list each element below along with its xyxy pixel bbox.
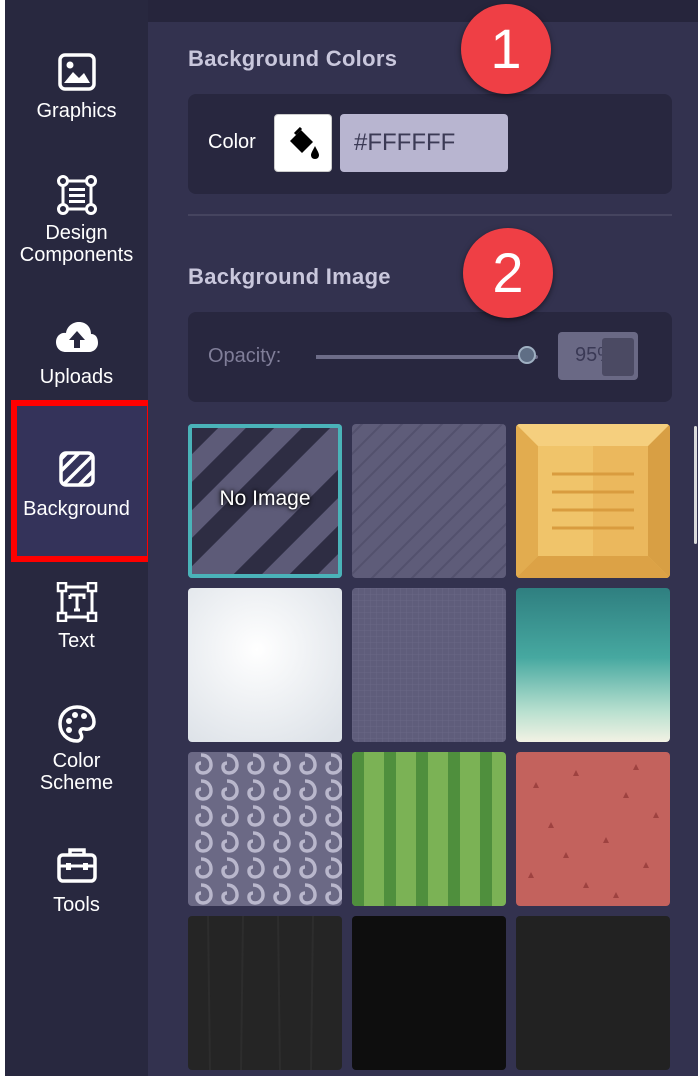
sidebar-item-label: Design bbox=[45, 222, 108, 244]
background-tile-wooden-crate[interactable] bbox=[516, 424, 670, 578]
background-image-title: Background Image bbox=[188, 264, 391, 289]
sidebar-item-design-components[interactable]: Design Components bbox=[5, 174, 148, 266]
hex-color-input[interactable] bbox=[340, 114, 508, 172]
sidebar-item-label: Graphics bbox=[36, 100, 117, 122]
palette-icon bbox=[57, 705, 96, 743]
cloud-upload-icon bbox=[55, 322, 98, 352]
green-stripes-pattern bbox=[352, 752, 506, 906]
background-tile-black[interactable] bbox=[352, 916, 506, 1070]
background-settings-panel: Background Colors Color Background Image… bbox=[148, 22, 698, 1076]
color-swatch-button[interactable] bbox=[274, 114, 332, 172]
background-tile-red-triangles[interactable] bbox=[516, 752, 670, 906]
white-vignette-pattern bbox=[188, 588, 342, 742]
opacity-spinner[interactable] bbox=[602, 338, 634, 376]
sidebar-item-label: Text bbox=[58, 630, 95, 652]
sidebar-item-graphics[interactable]: Graphics bbox=[5, 52, 148, 122]
background-tile-dark-gray[interactable] bbox=[516, 916, 670, 1070]
background-tile-no-image[interactable]: No Image bbox=[188, 424, 342, 578]
components-icon bbox=[56, 175, 97, 215]
sidebar-item-label: Scheme bbox=[39, 772, 114, 794]
teal-gradient-pattern bbox=[516, 588, 670, 742]
section-divider bbox=[188, 214, 672, 216]
sidebar-item-label: Components bbox=[19, 244, 134, 266]
red-triangles-pattern bbox=[516, 752, 670, 906]
sidebar-item-label: Tools bbox=[53, 894, 100, 916]
no-image-label: No Image bbox=[219, 487, 311, 510]
sidebar-item-uploads[interactable]: Uploads bbox=[5, 320, 148, 388]
background-tile-diagonal-stripes[interactable] bbox=[352, 424, 506, 578]
background-tile-dark-wood[interactable] bbox=[188, 916, 342, 1070]
paint-bucket-icon bbox=[290, 126, 319, 159]
opacity-slider-thumb[interactable] bbox=[517, 346, 536, 364]
grid-fabric-pattern bbox=[352, 588, 506, 742]
sidebar-item-color-scheme[interactable]: Color Scheme bbox=[5, 704, 148, 794]
annotation-badge-1: 1 bbox=[461, 4, 551, 94]
scrollbar[interactable] bbox=[694, 426, 697, 544]
background-colors-title: Background Colors bbox=[188, 46, 398, 71]
sidebar-item-label: Background bbox=[23, 498, 130, 520]
opacity-slider-fill bbox=[316, 355, 527, 359]
wooden-crate-pattern bbox=[516, 424, 670, 578]
background-tile-white-vignette[interactable] bbox=[188, 588, 342, 742]
sidebar-item-background[interactable]: Background bbox=[5, 450, 148, 520]
panel-top-bar bbox=[148, 0, 698, 22]
background-tile-green-stripes[interactable] bbox=[352, 752, 506, 906]
swirl-pattern bbox=[188, 752, 342, 906]
dark-wood-pattern bbox=[188, 916, 342, 1070]
sidebar-item-label: Color bbox=[52, 750, 101, 772]
background-tile-teal-gradient[interactable] bbox=[516, 588, 670, 742]
color-card: Color bbox=[188, 94, 672, 194]
opacity-label: Opacity: bbox=[208, 345, 282, 367]
background-hatch-icon bbox=[58, 451, 95, 487]
opacity-slider[interactable] bbox=[316, 346, 538, 364]
color-label: Color bbox=[208, 131, 256, 153]
background-tile-grid-fabric[interactable] bbox=[352, 588, 506, 742]
background-tile-swirl-pattern[interactable] bbox=[188, 752, 342, 906]
sidebar: Graphics Design Components Uploads Backg… bbox=[5, 0, 153, 1076]
sidebar-item-tools[interactable]: Tools bbox=[5, 846, 148, 916]
opacity-card: Opacity: 95% bbox=[188, 312, 672, 402]
sidebar-item-text[interactable]: Text bbox=[5, 582, 148, 652]
text-box-icon bbox=[56, 582, 97, 622]
image-icon bbox=[57, 53, 96, 91]
sidebar-item-label: Uploads bbox=[39, 366, 114, 388]
toolbox-icon bbox=[56, 848, 97, 883]
annotation-badge-2: 2 bbox=[463, 228, 553, 318]
diagonal-stripes-pattern bbox=[352, 424, 506, 578]
